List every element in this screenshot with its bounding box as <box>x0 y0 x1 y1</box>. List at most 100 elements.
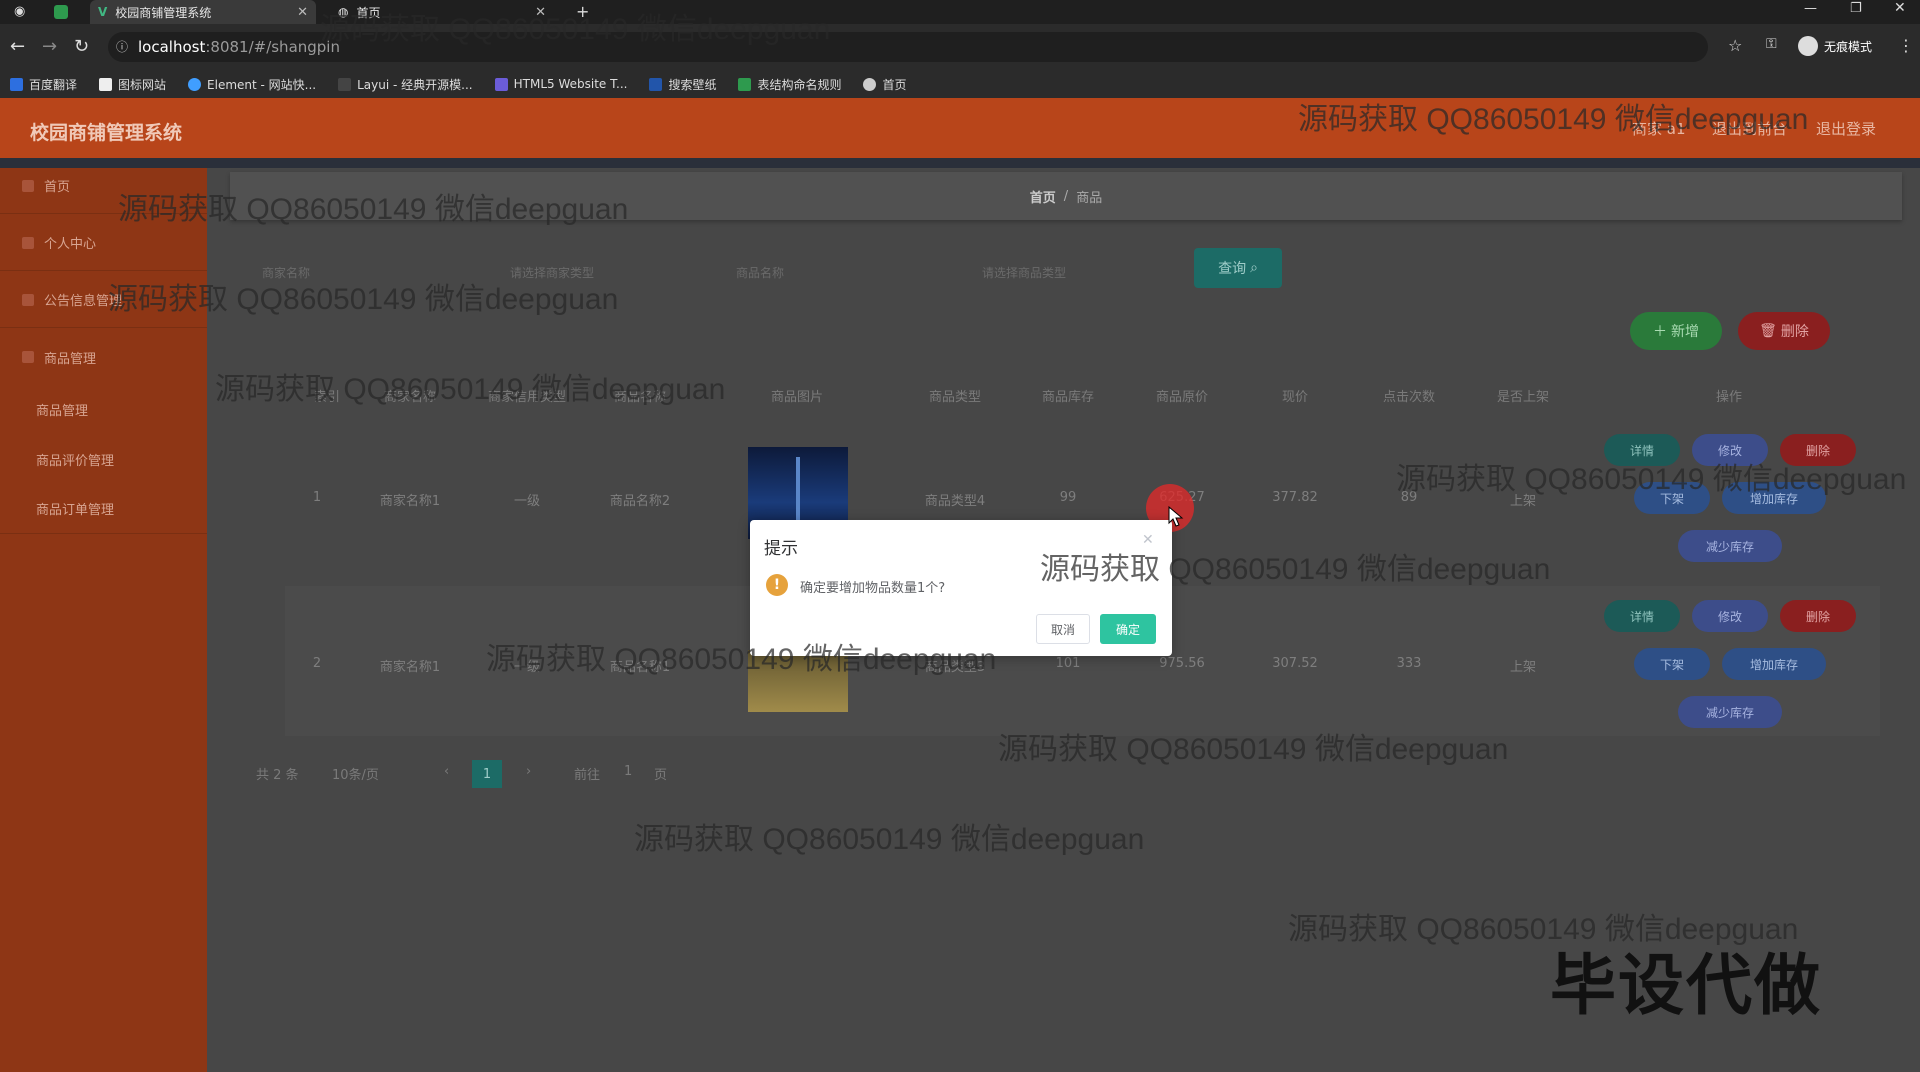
info-icon[interactable]: ⓘ <box>116 38 128 55</box>
sheet-icon <box>738 77 752 91</box>
page-size-select[interactable]: 10条/页 <box>332 764 379 783</box>
trash-icon: 🗑 <box>1759 323 1777 339</box>
next-page-icon[interactable]: › <box>526 764 531 779</box>
watermark: 源码获取 QQ86050149 微信deepguan <box>998 733 1509 766</box>
bookmark-item[interactable]: 表结构命名规则 <box>738 76 841 93</box>
bookmark-item[interactable]: 图标网站 <box>99 76 166 93</box>
dialog-cancel-button[interactable]: 取消 <box>1036 614 1090 644</box>
cell-type: 商品类型4 <box>924 494 986 509</box>
pagination-total: 共 2 条 <box>256 768 299 783</box>
vue-icon: V <box>98 5 108 19</box>
goto-suffix: 页 <box>654 768 668 783</box>
url-host: localhost <box>138 38 206 56</box>
breadcrumb-separator: / <box>1063 188 1069 204</box>
notice-icon <box>22 293 34 306</box>
batch-delete-button[interactable]: 🗑 删除 <box>1738 312 1830 350</box>
tab-title: 校园商铺管理系统 <box>115 5 212 20</box>
goods-name-input[interactable]: 商品名称 <box>736 258 784 286</box>
header-divider <box>0 158 1920 168</box>
app-title: 校园商铺管理系统 <box>30 122 183 144</box>
bookmark-item[interactable]: 搜索壁纸 <box>649 76 716 93</box>
watermark: 源码获取 QQ86050149 微信deepguan <box>108 283 619 316</box>
cell-stock: 101 <box>1055 656 1081 671</box>
reduce-stock-button[interactable]: 减少库存 <box>1678 530 1782 562</box>
prev-page-icon[interactable]: ‹ <box>444 764 449 779</box>
logout-link[interactable]: 退出登录 <box>1816 118 1876 139</box>
incognito-icon <box>1798 36 1818 56</box>
watermark: 源码获取 QQ86050149 微信deepguan <box>634 823 1145 856</box>
breadcrumb-home[interactable]: 首页 <box>1030 187 1056 206</box>
bookmark-item[interactable]: HTML5 Website T... <box>494 77 627 91</box>
goto-label: 前往 <box>574 768 601 783</box>
home-icon <box>22 179 34 192</box>
col-orig-price: 商品原价 <box>1155 390 1208 405</box>
cell-merchant: 商家名称1 <box>379 494 441 509</box>
mouse-cursor-icon <box>1168 506 1184 527</box>
cell-orig-price: 975.56 <box>1159 656 1205 671</box>
reload-icon[interactable]: ↻ <box>74 36 89 57</box>
dialog-message: 确定要增加物品数量1个? <box>800 581 946 596</box>
watermark: 源码获取 QQ86050149 微信deepguan <box>118 193 629 226</box>
key-icon[interactable]: ⚿ <box>1766 36 1777 52</box>
translate-icon <box>10 77 23 91</box>
browser-menu-icon[interactable]: ◉ <box>14 4 25 19</box>
col-actions: 操作 <box>1715 390 1742 405</box>
sidebar-sub-goods[interactable]: 商品管理 <box>0 384 207 434</box>
goods-icon <box>22 351 34 363</box>
star-icon[interactable]: ☆ <box>1728 36 1742 55</box>
edit-button[interactable]: 修改 <box>1692 600 1768 632</box>
watermark: 源码获取 QQ86050149 微信deepguan <box>1298 103 1809 136</box>
delete-button[interactable]: 删除 <box>1780 600 1856 632</box>
wallpaper-icon <box>649 77 663 91</box>
watermark: 源码获取 QQ86050149 微信deepguan <box>1396 463 1907 496</box>
query-button[interactable]: 查询 ⌕ <box>1194 248 1282 288</box>
minimize-icon[interactable]: — <box>1804 1 1817 16</box>
search-icon: ⌕ <box>1250 260 1258 276</box>
forward-icon[interactable]: → <box>42 36 57 57</box>
bookmark-item[interactable]: Element - 网站快... <box>188 76 316 93</box>
element-icon <box>188 77 202 91</box>
incognito-label: 无痕模式 <box>1824 39 1873 54</box>
goto-page-input[interactable]: 1 <box>624 764 632 779</box>
bookmark-item[interactable]: 百度翻译 <box>10 76 77 93</box>
sidebar-sub-orders[interactable]: 商品订单管理 <box>0 484 207 534</box>
col-on-shelf: 是否上架 <box>1496 390 1549 405</box>
watermark: 源码获取 QQ86050149 微信deepguan <box>1040 553 1551 586</box>
off-shelf-button[interactable]: 下架 <box>1634 648 1710 680</box>
watermark: 源码获取 QQ86050149 微信deepguan <box>320 13 831 46</box>
goods-type-select[interactable]: 请选择商品类型 <box>982 258 1066 286</box>
add-stock-button[interactable]: 增加库存 <box>1722 648 1826 680</box>
restore-icon[interactable]: ❐ <box>1850 1 1862 16</box>
col-image: 商品图片 <box>770 390 823 405</box>
col-type: 商品类型 <box>928 390 981 405</box>
watermark: 源码获取 QQ86050149 微信deepguan <box>215 373 726 406</box>
back-icon[interactable]: ← <box>10 36 25 57</box>
sidebar-sub-reviews[interactable]: 商品评价管理 <box>0 434 207 484</box>
html5-icon <box>494 77 508 91</box>
plus-icon: ＋ <box>1653 324 1667 340</box>
col-price: 现价 <box>1281 390 1308 405</box>
col-stock: 商品库存 <box>1041 390 1094 405</box>
pinned-tab-icon[interactable] <box>54 5 68 19</box>
window-close-icon[interactable]: ✕ <box>1894 0 1906 16</box>
tab-campus-shop[interactable]: V 校园商铺管理系统 ✕ <box>90 0 316 24</box>
bookmark-item[interactable]: 首页 <box>863 76 907 93</box>
bookmark-item[interactable]: Layui - 经典开源模... <box>338 76 473 93</box>
layui-icon <box>338 77 352 91</box>
dialog-confirm-button[interactable]: 确定 <box>1100 614 1156 644</box>
add-button[interactable]: ＋新增 <box>1630 312 1722 350</box>
sidebar-item-goods[interactable]: 商品管理 <box>0 329 207 385</box>
tab-close-icon[interactable]: ✕ <box>297 5 308 20</box>
reduce-stock-button[interactable]: 减少库存 <box>1678 696 1782 728</box>
cell-clicks: 333 <box>1396 656 1422 671</box>
cell-price: 377.82 <box>1272 490 1318 505</box>
page-number-current[interactable]: 1 <box>472 760 502 788</box>
breadcrumb-current: 商品 <box>1076 190 1103 206</box>
cell-on-shelf: 上架 <box>1509 660 1536 675</box>
warning-icon: ! <box>766 574 788 596</box>
detail-button[interactable]: 详情 <box>1604 600 1680 632</box>
flag-icon <box>99 77 113 91</box>
kebab-menu-icon[interactable]: ⋮ <box>1898 36 1914 55</box>
cell-name: 商品名称2 <box>609 494 671 509</box>
incognito-badge[interactable]: 无痕模式 <box>1798 36 1872 56</box>
